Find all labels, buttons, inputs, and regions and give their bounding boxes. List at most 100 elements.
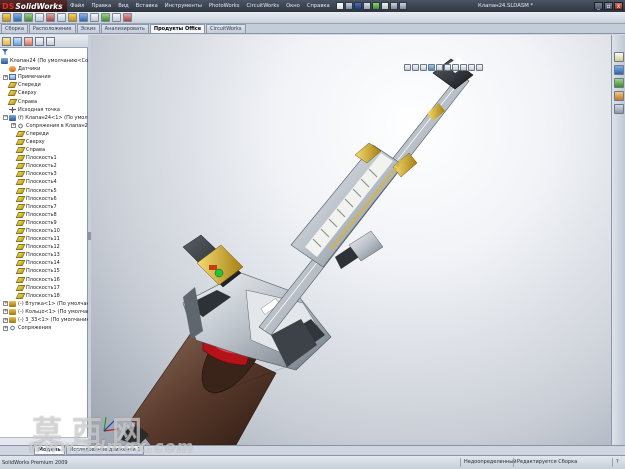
print-icon[interactable] (363, 2, 372, 10)
save-icon[interactable] (354, 2, 363, 10)
tree-item[interactable]: + Сопряжения в Клапан24 (0, 122, 88, 130)
move-component-icon[interactable] (46, 13, 55, 22)
tab-layout[interactable]: Расположение (28, 24, 76, 33)
appearances-icon[interactable] (614, 104, 624, 114)
tree-item[interactable]: + Сопряжения (0, 324, 88, 332)
valve-assembly-section-view[interactable] (91, 35, 611, 445)
tree-item[interactable]: Плоскость13 (0, 251, 88, 259)
tree-item[interactable]: Плоскость3 (0, 170, 88, 178)
close-button[interactable]: x (614, 1, 623, 10)
menu-window[interactable]: Окно (283, 3, 304, 9)
filter-icon[interactable] (2, 49, 8, 55)
maximize-button[interactable]: ▫ (604, 1, 613, 10)
edit-appearance-icon[interactable] (460, 63, 467, 71)
design-library-icon[interactable] (614, 65, 624, 75)
file-explorer-icon[interactable] (614, 78, 624, 88)
undo-icon[interactable] (372, 2, 381, 10)
tree-item[interactable]: Плоскость6 (0, 195, 88, 203)
tree-item[interactable]: Плоскость16 (0, 276, 88, 284)
tree-item[interactable]: Справа (0, 97, 88, 105)
hide-show-icon[interactable] (57, 13, 66, 22)
tree-item[interactable]: Плоскость8 (0, 211, 88, 219)
feature-tree-tab-icon[interactable] (2, 37, 11, 46)
menu-tools[interactable]: Инструменты (161, 3, 205, 9)
new-document-icon[interactable] (336, 2, 345, 10)
display-manager-tab-icon[interactable] (46, 37, 55, 46)
menu-insert[interactable]: Вставка (132, 3, 161, 9)
menu-photoworks[interactable]: PhotoWorks (205, 3, 243, 9)
tree-item[interactable]: Исходная точка (0, 106, 88, 114)
tree-expander-icon[interactable]: + (3, 301, 8, 307)
linear-pattern-icon[interactable] (24, 13, 33, 22)
solidworks-resources-icon[interactable] (614, 52, 624, 62)
menu-file[interactable]: Файл (67, 3, 88, 9)
tab-motion-study-1[interactable]: Исследование движения 1 (65, 446, 145, 455)
previous-view-icon[interactable] (420, 63, 427, 71)
tree-expander-icon[interactable]: + (3, 309, 8, 315)
open-icon[interactable] (345, 2, 354, 10)
solidworks-logo[interactable]: DS SolidWorks (0, 0, 67, 12)
tree-item[interactable]: Плоскость5 (0, 187, 88, 195)
tree-item[interactable]: − (f) Клапан24<1> (По умолчан (0, 114, 88, 122)
tree-item[interactable]: Спереди (0, 130, 88, 138)
tree-item[interactable]: + (-) Втулка<1> (По умолчани (0, 300, 88, 308)
menu-help[interactable]: Справка (303, 3, 333, 9)
tree-expander-icon[interactable]: + (3, 317, 8, 323)
tree-item[interactable]: Плоскость10 (0, 227, 88, 235)
tree-expander-icon[interactable]: − (3, 115, 8, 121)
insert-component-icon[interactable] (2, 13, 11, 22)
smart-fasteners-icon[interactable] (35, 13, 44, 22)
tree-item[interactable]: Плоскость11 (0, 235, 88, 243)
display-style-icon[interactable] (444, 63, 451, 71)
dimxpert-tab-icon[interactable] (35, 37, 44, 46)
tree-root-assembly[interactable]: Клапан24 (По умолчанию<Состо (0, 57, 88, 65)
bill-of-materials-icon[interactable] (101, 13, 110, 22)
tree-expander-icon[interactable]: + (3, 325, 8, 331)
options-icon[interactable] (399, 2, 408, 10)
tree-expander-icon[interactable]: + (11, 123, 16, 129)
tab-sketch[interactable]: Эскиз (76, 24, 100, 33)
tree-item[interactable]: Плоскость15 (0, 267, 88, 275)
tab-evaluate[interactable]: Анализировать (100, 24, 149, 33)
apply-scene-icon[interactable] (468, 63, 475, 71)
section-view-icon[interactable] (428, 63, 435, 71)
tree-item[interactable]: Плоскость14 (0, 259, 88, 267)
tree-item[interactable]: Сверху (0, 138, 88, 146)
menu-edit[interactable]: Правка (88, 3, 115, 9)
configuration-manager-tab-icon[interactable] (24, 37, 33, 46)
tree-item[interactable]: Плоскость17 (0, 284, 88, 292)
graphics-area[interactable] (91, 35, 611, 445)
tree-horizontal-scrollbar[interactable] (0, 437, 88, 445)
tab-assembly[interactable]: Сборка (1, 24, 28, 33)
exploded-view-icon[interactable] (112, 13, 121, 22)
tree-item[interactable]: Плоскость18 (0, 292, 88, 300)
reference-geometry-icon[interactable] (79, 13, 88, 22)
tab-circuitworks[interactable]: CircuitWorks (206, 24, 246, 33)
hide-show-items-icon[interactable] (452, 63, 459, 71)
tree-filter[interactable] (1, 49, 86, 56)
tree-item[interactable]: Плоскость12 (0, 243, 88, 251)
view-settings-icon[interactable] (476, 63, 483, 71)
tree-item[interactable]: Справа (0, 146, 88, 154)
zoom-to-fit-icon[interactable] (404, 63, 411, 71)
property-manager-tab-icon[interactable] (13, 37, 22, 46)
tree-item[interactable]: Плоскость4 (0, 178, 88, 186)
zoom-area-icon[interactable] (412, 63, 419, 71)
menu-view[interactable]: Вид (115, 3, 133, 9)
tree-item[interactable]: + (-) 3_33<1> (По умолчанию (0, 316, 88, 324)
interference-detection-icon[interactable] (123, 13, 132, 22)
tree-item[interactable]: Спереди (0, 81, 88, 89)
minimize-button[interactable]: _ (594, 1, 603, 10)
tree-item[interactable]: Сверху (0, 89, 88, 97)
view-palette-icon[interactable] (614, 91, 624, 101)
rebuild-icon[interactable] (390, 2, 399, 10)
view-orientation-icon[interactable] (436, 63, 443, 71)
tree-item[interactable]: Датчики (0, 65, 88, 73)
mate-icon[interactable] (13, 13, 22, 22)
new-motion-study-icon[interactable] (90, 13, 99, 22)
assembly-features-icon[interactable] (68, 13, 77, 22)
tree-item[interactable]: Плоскость7 (0, 203, 88, 211)
tab-office-products[interactable]: Продукты Office (149, 24, 206, 33)
tab-model[interactable]: Модель (34, 446, 65, 455)
tree-item[interactable]: + Примечания (0, 73, 88, 81)
